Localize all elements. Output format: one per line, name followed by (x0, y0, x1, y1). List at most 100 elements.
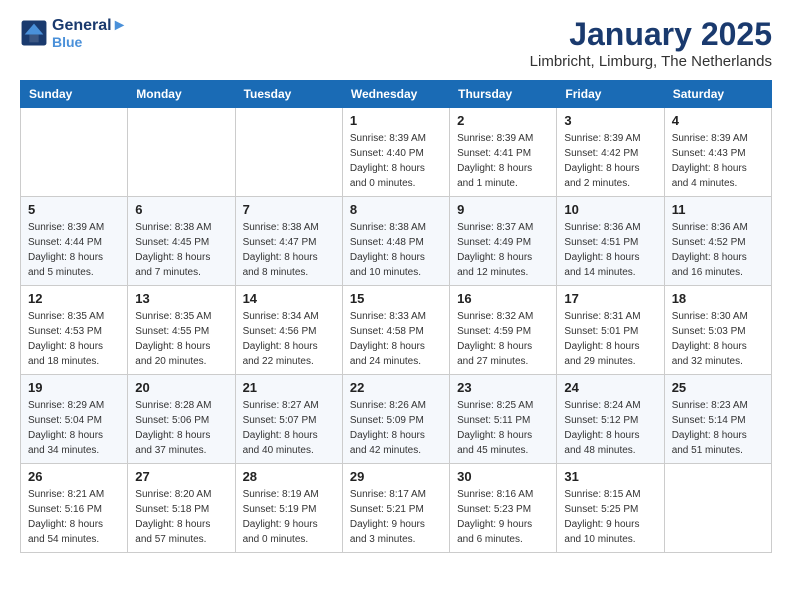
day-number: 11 (672, 202, 764, 217)
location-title: Limbricht, Limburg, The Netherlands (530, 53, 772, 70)
day-detail: Sunrise: 8:28 AM Sunset: 5:06 PM Dayligh… (135, 398, 227, 458)
day-number: 6 (135, 202, 227, 217)
day-number: 30 (457, 469, 549, 484)
calendar-day-cell (235, 108, 342, 197)
day-detail: Sunrise: 8:34 AM Sunset: 4:56 PM Dayligh… (243, 309, 335, 369)
day-detail: Sunrise: 8:33 AM Sunset: 4:58 PM Dayligh… (350, 309, 442, 369)
day-detail: Sunrise: 8:25 AM Sunset: 5:11 PM Dayligh… (457, 398, 549, 458)
calendar-week-row: 12 Sunrise: 8:35 AM Sunset: 4:53 PM Dayli… (21, 286, 772, 375)
calendar-day-cell: 27 Sunrise: 8:20 AM Sunset: 5:18 PM Dayli… (128, 464, 235, 553)
day-number: 5 (28, 202, 120, 217)
day-detail: Sunrise: 8:36 AM Sunset: 4:51 PM Dayligh… (564, 220, 656, 280)
calendar-week-row: 1Sunrise: 8:39 AM Sunset: 4:40 PM Daylig… (21, 108, 772, 197)
calendar-day-cell (128, 108, 235, 197)
calendar-day-cell: 30 Sunrise: 8:16 AM Sunset: 5:23 PM Dayli… (450, 464, 557, 553)
day-number: 9 (457, 202, 549, 217)
calendar-day-cell: 24Sunrise: 8:24 AM Sunset: 5:12 PM Dayli… (557, 375, 664, 464)
calendar-day-cell: 22 Sunrise: 8:26 AM Sunset: 5:09 PM Dayli… (342, 375, 449, 464)
day-number: 17 (564, 291, 656, 306)
day-number: 7 (243, 202, 335, 217)
day-detail: Sunrise: 8:19 AM Sunset: 5:19 PM Dayligh… (243, 487, 335, 547)
day-number: 31 (564, 469, 656, 484)
day-detail: Sunrise: 8:15 AM Sunset: 5:25 PM Dayligh… (564, 487, 656, 547)
day-detail: Sunrise: 8:39 AM Sunset: 4:41 PM Dayligh… (457, 131, 549, 191)
day-number: 27 (135, 469, 227, 484)
day-number: 12 (28, 291, 120, 306)
day-number: 13 (135, 291, 227, 306)
logo-icon (20, 19, 48, 47)
weekday-header: Tuesday (235, 81, 342, 108)
day-detail: Sunrise: 8:27 AM Sunset: 5:07 PM Dayligh… (243, 398, 335, 458)
day-number: 19 (28, 380, 120, 395)
day-detail: Sunrise: 8:38 AM Sunset: 4:47 PM Dayligh… (243, 220, 335, 280)
calendar-day-cell: 15 Sunrise: 8:33 AM Sunset: 4:58 PM Dayli… (342, 286, 449, 375)
calendar-day-cell: 21Sunrise: 8:27 AM Sunset: 5:07 PM Dayli… (235, 375, 342, 464)
day-number: 20 (135, 380, 227, 395)
day-detail: Sunrise: 8:26 AM Sunset: 5:09 PM Dayligh… (350, 398, 442, 458)
calendar-table: SundayMondayTuesdayWednesdayThursdayFrid… (20, 80, 772, 553)
day-detail: Sunrise: 8:35 AM Sunset: 4:53 PM Dayligh… (28, 309, 120, 369)
calendar-day-cell: 14Sunrise: 8:34 AM Sunset: 4:56 PM Dayli… (235, 286, 342, 375)
day-number: 28 (243, 469, 335, 484)
day-detail: Sunrise: 8:16 AM Sunset: 5:23 PM Dayligh… (457, 487, 549, 547)
calendar-day-cell: 1Sunrise: 8:39 AM Sunset: 4:40 PM Daylig… (342, 108, 449, 197)
weekday-header-row: SundayMondayTuesdayWednesdayThursdayFrid… (21, 81, 772, 108)
weekday-header: Saturday (664, 81, 771, 108)
calendar-day-cell: 23 Sunrise: 8:25 AM Sunset: 5:11 PM Dayli… (450, 375, 557, 464)
day-number: 2 (457, 113, 549, 128)
weekday-header: Thursday (450, 81, 557, 108)
calendar-day-cell: 17 Sunrise: 8:31 AM Sunset: 5:01 PM Dayli… (557, 286, 664, 375)
day-detail: Sunrise: 8:20 AM Sunset: 5:18 PM Dayligh… (135, 487, 227, 547)
calendar-day-cell: 11 Sunrise: 8:36 AM Sunset: 4:52 PM Dayli… (664, 197, 771, 286)
calendar-week-row: 5Sunrise: 8:39 AM Sunset: 4:44 PM Daylig… (21, 197, 772, 286)
day-detail: Sunrise: 8:31 AM Sunset: 5:01 PM Dayligh… (564, 309, 656, 369)
weekday-header: Sunday (21, 81, 128, 108)
day-detail: Sunrise: 8:39 AM Sunset: 4:42 PM Dayligh… (564, 131, 656, 191)
calendar-week-row: 19 Sunrise: 8:29 AM Sunset: 5:04 PM Dayli… (21, 375, 772, 464)
calendar-day-cell: 19 Sunrise: 8:29 AM Sunset: 5:04 PM Dayli… (21, 375, 128, 464)
calendar-day-cell: 9 Sunrise: 8:37 AM Sunset: 4:49 PM Daylig… (450, 197, 557, 286)
day-detail: Sunrise: 8:39 AM Sunset: 4:40 PM Dayligh… (350, 131, 442, 191)
weekday-header: Wednesday (342, 81, 449, 108)
day-number: 29 (350, 469, 442, 484)
day-number: 22 (350, 380, 442, 395)
calendar-day-cell: 4 Sunrise: 8:39 AM Sunset: 4:43 PM Daylig… (664, 108, 771, 197)
calendar-day-cell: 16 Sunrise: 8:32 AM Sunset: 4:59 PM Dayli… (450, 286, 557, 375)
day-detail: Sunrise: 8:29 AM Sunset: 5:04 PM Dayligh… (28, 398, 120, 458)
day-number: 15 (350, 291, 442, 306)
day-number: 23 (457, 380, 549, 395)
calendar-day-cell: 25 Sunrise: 8:23 AM Sunset: 5:14 PM Dayli… (664, 375, 771, 464)
title-block: January 2025 Limbricht, Limburg, The Net… (530, 16, 772, 70)
calendar-day-cell: 5Sunrise: 8:39 AM Sunset: 4:44 PM Daylig… (21, 197, 128, 286)
calendar-day-cell: 18 Sunrise: 8:30 AM Sunset: 5:03 PM Dayli… (664, 286, 771, 375)
day-detail: Sunrise: 8:37 AM Sunset: 4:49 PM Dayligh… (457, 220, 549, 280)
logo: General► Blue (20, 16, 127, 49)
day-detail: Sunrise: 8:17 AM Sunset: 5:21 PM Dayligh… (350, 487, 442, 547)
day-number: 25 (672, 380, 764, 395)
weekday-header: Friday (557, 81, 664, 108)
calendar-day-cell: 13 Sunrise: 8:35 AM Sunset: 4:55 PM Dayli… (128, 286, 235, 375)
calendar-day-cell: 3 Sunrise: 8:39 AM Sunset: 4:42 PM Daylig… (557, 108, 664, 197)
day-detail: Sunrise: 8:36 AM Sunset: 4:52 PM Dayligh… (672, 220, 764, 280)
calendar-day-cell (664, 464, 771, 553)
day-number: 3 (564, 113, 656, 128)
day-number: 18 (672, 291, 764, 306)
calendar-week-row: 26Sunrise: 8:21 AM Sunset: 5:16 PM Dayli… (21, 464, 772, 553)
day-number: 10 (564, 202, 656, 217)
calendar-day-cell: 2 Sunrise: 8:39 AM Sunset: 4:41 PM Daylig… (450, 108, 557, 197)
day-detail: Sunrise: 8:38 AM Sunset: 4:45 PM Dayligh… (135, 220, 227, 280)
calendar-day-cell: 10 Sunrise: 8:36 AM Sunset: 4:51 PM Dayli… (557, 197, 664, 286)
calendar-day-cell (21, 108, 128, 197)
day-detail: Sunrise: 8:35 AM Sunset: 4:55 PM Dayligh… (135, 309, 227, 369)
day-detail: Sunrise: 8:30 AM Sunset: 5:03 PM Dayligh… (672, 309, 764, 369)
calendar-day-cell: 29 Sunrise: 8:17 AM Sunset: 5:21 PM Dayli… (342, 464, 449, 553)
day-detail: Sunrise: 8:23 AM Sunset: 5:14 PM Dayligh… (672, 398, 764, 458)
calendar-day-cell: 26Sunrise: 8:21 AM Sunset: 5:16 PM Dayli… (21, 464, 128, 553)
day-number: 24 (564, 380, 656, 395)
day-detail: Sunrise: 8:32 AM Sunset: 4:59 PM Dayligh… (457, 309, 549, 369)
day-detail: Sunrise: 8:39 AM Sunset: 4:43 PM Dayligh… (672, 131, 764, 191)
calendar-day-cell: 20 Sunrise: 8:28 AM Sunset: 5:06 PM Dayli… (128, 375, 235, 464)
calendar-day-cell: 8Sunrise: 8:38 AM Sunset: 4:48 PM Daylig… (342, 197, 449, 286)
day-number: 4 (672, 113, 764, 128)
day-number: 16 (457, 291, 549, 306)
